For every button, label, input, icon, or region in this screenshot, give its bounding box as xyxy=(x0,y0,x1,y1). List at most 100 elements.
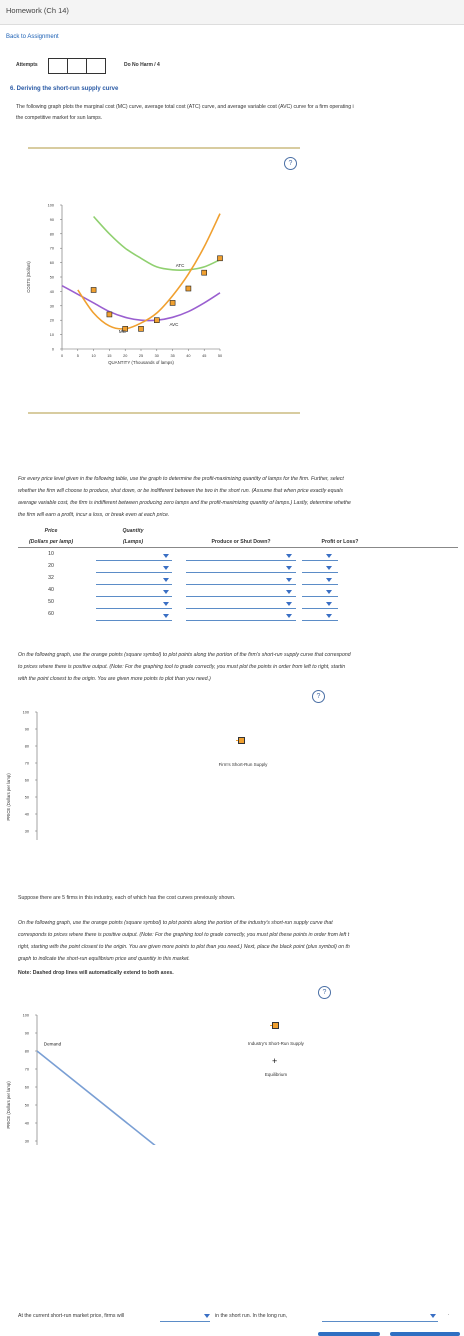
industry-supply-legend: Industry's Short-Run Supply xyxy=(248,1041,304,1046)
avc-label: AVC xyxy=(169,322,179,327)
profit-dropdown[interactable] xyxy=(302,610,338,621)
y-axis-label: PRICE (Dollars per lamp) xyxy=(6,773,11,821)
back-to-assignment-link[interactable]: Back to Assignment xyxy=(6,34,59,40)
firm-supply-graph[interactable]: 0510152025303540455001020304050607080901… xyxy=(0,700,230,840)
long-run-dropdown[interactable] xyxy=(322,1311,438,1322)
y-tick-label: 70 xyxy=(25,762,29,766)
produce-dropdown[interactable] xyxy=(186,550,296,561)
quantity-dropdown[interactable] xyxy=(96,610,172,621)
y-tick-label: 40 xyxy=(50,290,54,294)
firms-note: Suppose there are 5 firms in this indust… xyxy=(18,895,236,901)
y-tick-label: 50 xyxy=(50,276,54,280)
price-cell: 60 xyxy=(48,611,54,617)
instructions3-line-4: graph to indicate the short-run equilibr… xyxy=(18,956,190,962)
y-tick-label: 90 xyxy=(25,728,29,732)
final-sentence-part2: in the short run. In the long run, xyxy=(215,1313,288,1319)
x-axis-label: QUANTITY (Thousands of lamps) xyxy=(108,360,174,365)
attempt-box-2 xyxy=(67,58,87,74)
help-icon[interactable]: ? xyxy=(312,690,325,703)
orange-square-tool-icon[interactable] xyxy=(272,1022,279,1029)
y-tick-label: 20 xyxy=(50,319,54,323)
atc-label: ATC xyxy=(176,263,185,268)
intro-line-1: The following graph plots the marginal c… xyxy=(16,104,354,110)
plus-icon[interactable]: + xyxy=(272,1057,277,1066)
quantity-dropdown[interactable] xyxy=(96,550,172,561)
cost-curves-graph[interactable]: 0 5 10 15 20 25 30 35 40 45 50 0 10 20 30 40 50 60 70 80 90 1… xyxy=(0,150,300,412)
industry-market-graph[interactable]: 0255075100125150175200225250010203040506… xyxy=(0,1000,230,1145)
y-tick-label: 0 xyxy=(52,348,54,352)
produce-dropdown[interactable] xyxy=(186,586,296,597)
profit-dropdown[interactable] xyxy=(302,598,338,609)
profit-dropdown[interactable] xyxy=(302,574,338,585)
chevron-down-icon xyxy=(326,614,332,618)
final-sentence-part1: At the current short-run market price, f… xyxy=(18,1313,125,1319)
instructions2-line-3: with the point closest to the origin. Yo… xyxy=(18,676,211,682)
y-tick-label: 30 xyxy=(25,830,29,834)
chevron-down-icon xyxy=(326,590,332,594)
quantity-header: Quantity xyxy=(122,528,144,534)
produce-dropdown[interactable] xyxy=(186,610,296,621)
chevron-down-icon xyxy=(286,566,292,570)
instructions3-line-2: corresponds to prices where there is pos… xyxy=(18,932,350,938)
y-tick-label: 40 xyxy=(25,1122,29,1126)
attempt-box-3 xyxy=(86,58,106,74)
chevron-down-icon xyxy=(163,566,169,570)
drop-lines-note: Note: Dashed drop lines will automatical… xyxy=(18,970,174,976)
intro-line-2: the competitive market for sun lamps. xyxy=(16,115,103,121)
produce-header: Produce or Shut Down? xyxy=(211,539,271,545)
x-tick-label: 40 xyxy=(186,354,190,358)
x-tick-label: 50 xyxy=(218,354,222,358)
atc-curve xyxy=(93,215,221,271)
profit-header: Profit or Loss? xyxy=(321,539,359,545)
table-header-rule xyxy=(18,547,458,548)
y-tick-label: 70 xyxy=(50,247,54,251)
mc-point xyxy=(138,326,144,332)
chevron-down-icon xyxy=(163,590,169,594)
chevron-down-icon xyxy=(163,578,169,582)
quantity-dropdown[interactable] xyxy=(96,586,172,597)
demand-label: Demand xyxy=(44,1042,62,1047)
grade-button[interactable] xyxy=(318,1332,380,1336)
firms-will-dropdown[interactable] xyxy=(160,1311,210,1322)
instructions1-line-3: average variable cost, the firm is indif… xyxy=(18,500,351,506)
profit-dropdown[interactable] xyxy=(302,586,338,597)
chevron-down-icon xyxy=(286,602,292,606)
y-tick-label: 60 xyxy=(50,261,54,265)
y-tick-label: 60 xyxy=(25,1086,29,1090)
y-tick-label: 60 xyxy=(25,779,29,783)
chevron-down-icon xyxy=(204,1314,210,1318)
quantity-dropdown[interactable] xyxy=(96,562,172,573)
price-header: Price xyxy=(44,528,58,534)
profit-dropdown[interactable] xyxy=(302,562,338,573)
mc-curve xyxy=(77,213,221,330)
quantity-dropdown[interactable] xyxy=(96,598,172,609)
firm-supply-legend: Firm's Short-Run Supply xyxy=(218,762,268,767)
x-tick-label: 10 xyxy=(91,354,95,358)
quantity-dropdown[interactable] xyxy=(96,574,172,585)
produce-dropdown[interactable] xyxy=(186,562,296,573)
chevron-down-icon xyxy=(286,614,292,618)
mc-point xyxy=(106,311,113,318)
graph1-top-rule xyxy=(28,147,300,149)
chevron-down-icon xyxy=(326,554,332,558)
profit-dropdown[interactable] xyxy=(302,550,338,561)
x-tick-label: 20 xyxy=(123,354,127,358)
y-tick-label: 40 xyxy=(25,813,29,817)
produce-dropdown[interactable] xyxy=(186,574,296,585)
help-icon[interactable]: ? xyxy=(318,986,331,999)
y-tick-label: 70 xyxy=(25,1068,29,1072)
next-button[interactable] xyxy=(390,1332,460,1336)
y-tick-label: 100 xyxy=(48,204,54,208)
orange-square-tool-icon[interactable] xyxy=(238,737,245,744)
x-tick-label: 30 xyxy=(155,354,159,358)
y-tick-label: 90 xyxy=(50,218,54,222)
y-tick-label: 80 xyxy=(50,232,54,236)
y-tick-label: 50 xyxy=(25,1104,29,1108)
instructions2-line-2: to prices where there is positive output… xyxy=(18,664,346,670)
y-tick-label: 50 xyxy=(25,796,29,800)
mc-point xyxy=(169,300,176,306)
y-tick-label: 30 xyxy=(50,304,54,308)
instructions2-line-1: On the following graph, use the orange p… xyxy=(18,652,351,658)
quantity-subheader: (Lamps) xyxy=(122,539,144,545)
produce-dropdown[interactable] xyxy=(186,598,296,609)
